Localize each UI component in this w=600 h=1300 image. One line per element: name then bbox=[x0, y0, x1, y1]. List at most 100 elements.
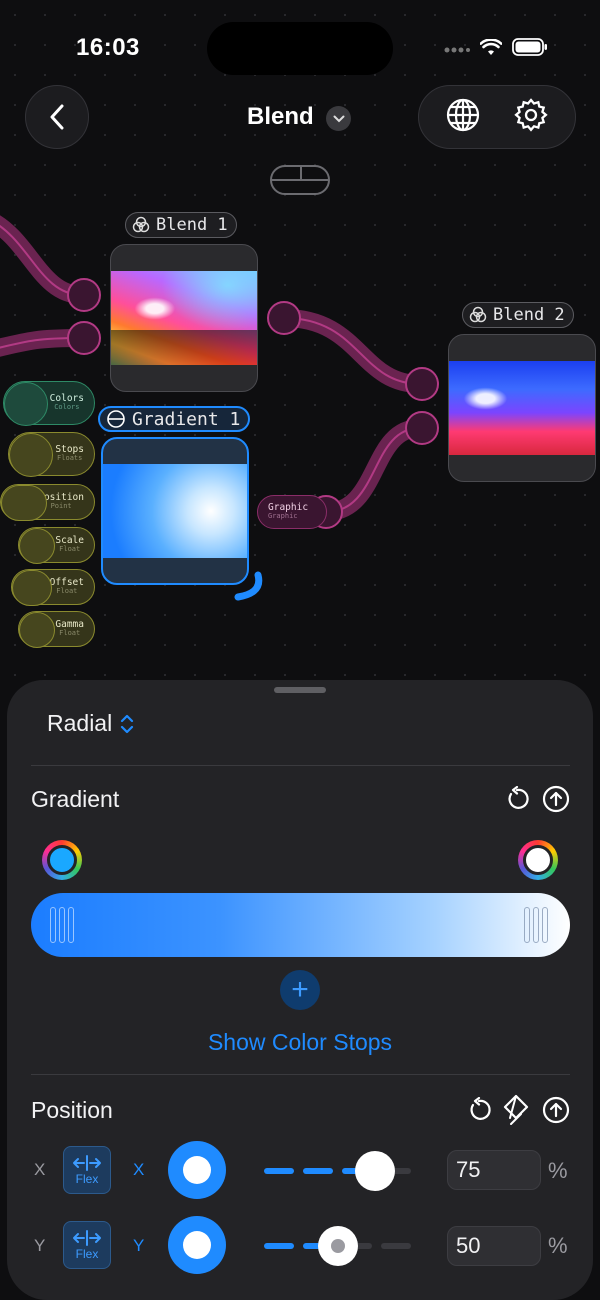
color-stop-end-fill bbox=[523, 845, 553, 875]
y-toggle[interactable] bbox=[168, 1216, 226, 1274]
input-gamma[interactable]: Gamma Float bbox=[18, 611, 95, 648]
blend2-node[interactable] bbox=[448, 334, 596, 482]
input-offset[interactable]: Offset Float bbox=[11, 569, 95, 606]
diamond-link-icon bbox=[503, 1094, 529, 1125]
chevron-up-down-icon bbox=[121, 714, 134, 733]
y-unit-label: % bbox=[548, 1233, 568, 1258]
blend1-title: Blend 1 bbox=[156, 215, 228, 235]
input-scale-knob[interactable] bbox=[19, 528, 55, 564]
x-toggle-dot bbox=[183, 1156, 211, 1184]
blend-icon bbox=[132, 216, 150, 233]
reset-position-button[interactable] bbox=[466, 1096, 492, 1128]
x-axis-label: X bbox=[34, 1160, 46, 1179]
add-color-stop-button[interactable]: + bbox=[280, 970, 320, 1010]
publish-gradient-button[interactable] bbox=[542, 785, 570, 818]
settings-button[interactable] bbox=[513, 97, 549, 138]
x-flex-label: Flex bbox=[75, 1171, 99, 1186]
position-section-title: Position bbox=[31, 1097, 113, 1123]
blend1-label[interactable]: Blend 1 bbox=[125, 212, 237, 238]
page-title[interactable]: Blend bbox=[247, 103, 314, 131]
input-position-knob[interactable] bbox=[1, 485, 47, 521]
canvas-drag-handle[interactable] bbox=[270, 165, 330, 195]
mode-picker[interactable]: Radial bbox=[47, 710, 134, 737]
input-gamma-type: Float bbox=[59, 629, 81, 638]
stop-handle-end[interactable] bbox=[523, 907, 549, 943]
header-actions bbox=[418, 85, 576, 149]
graphic-port-type: Graphic bbox=[268, 512, 298, 521]
status-icons bbox=[444, 37, 548, 61]
blend2-preview bbox=[449, 361, 595, 455]
input-stops[interactable]: Stops Floats bbox=[8, 432, 95, 477]
gradient1-label[interactable]: Gradient 1 bbox=[98, 406, 251, 432]
gradient-bar[interactable] bbox=[31, 893, 570, 957]
input-position[interactable]: Position Point bbox=[0, 484, 95, 521]
position-link-button[interactable] bbox=[502, 1094, 530, 1131]
flex-arrows-icon bbox=[73, 1154, 101, 1171]
stop-handle-start[interactable] bbox=[49, 907, 75, 943]
slider-segment bbox=[303, 1168, 333, 1174]
reset-icon bbox=[470, 1096, 491, 1120]
divider bbox=[31, 1074, 570, 1075]
color-stop-start-fill bbox=[47, 845, 77, 875]
input-gamma-text: Gamma Float bbox=[55, 620, 84, 637]
dynamic-island bbox=[207, 22, 393, 75]
slider-thumb[interactable] bbox=[355, 1151, 395, 1191]
x-unit-label: % bbox=[548, 1158, 568, 1183]
publish-position-button[interactable] bbox=[542, 1096, 570, 1129]
blend-icon bbox=[469, 306, 487, 323]
slider-segment bbox=[381, 1243, 411, 1249]
input-colors[interactable]: Colors Colors bbox=[3, 381, 95, 426]
slider-segment bbox=[264, 1168, 294, 1174]
plus-icon: + bbox=[291, 973, 309, 1006]
y-toggle-dot bbox=[183, 1231, 211, 1259]
y-flex-button[interactable]: Flex bbox=[63, 1221, 111, 1269]
slider-thumb-dot bbox=[331, 1239, 345, 1253]
x-flex-button[interactable]: Flex bbox=[63, 1146, 111, 1194]
graphic-output-port[interactable]: Graphic Graphic bbox=[257, 495, 327, 529]
y-slider[interactable] bbox=[264, 1226, 412, 1266]
blend2-title: Blend 2 bbox=[493, 305, 565, 325]
input-stops-type: Floats bbox=[57, 454, 83, 463]
color-stop-end-swatch[interactable] bbox=[518, 840, 558, 880]
x-slider[interactable] bbox=[264, 1151, 412, 1191]
gradient1-node[interactable] bbox=[101, 437, 249, 585]
mode-picker-value: Radial bbox=[47, 710, 113, 736]
slider-segment bbox=[264, 1243, 294, 1249]
input-stops-text: Stops Floats bbox=[55, 445, 84, 462]
globe-button[interactable] bbox=[446, 98, 480, 137]
input-gamma-knob[interactable] bbox=[19, 612, 55, 648]
y-toggle-label: Y bbox=[133, 1236, 145, 1255]
show-color-stops-button[interactable]: Show Color Stops bbox=[0, 1029, 600, 1056]
input-colors-text: Colors Colors bbox=[50, 394, 84, 411]
input-offset-text: Offset Float bbox=[50, 578, 84, 595]
gear-icon bbox=[513, 97, 548, 132]
blend1-preview-shade bbox=[111, 329, 257, 365]
x-toggle[interactable] bbox=[168, 1141, 226, 1199]
blend2-label[interactable]: Blend 2 bbox=[462, 302, 574, 328]
input-offset-knob[interactable] bbox=[12, 570, 52, 606]
x-value-input[interactable]: 75 bbox=[447, 1150, 541, 1190]
input-colors-knob[interactable] bbox=[4, 382, 48, 426]
reset-gradient-button[interactable] bbox=[504, 785, 530, 817]
status-time: 16:03 bbox=[76, 34, 140, 61]
wifi-icon bbox=[479, 37, 503, 61]
color-stop-start-swatch[interactable] bbox=[42, 840, 82, 880]
title-menu-button[interactable] bbox=[326, 106, 351, 131]
blend1-node[interactable] bbox=[110, 244, 258, 392]
input-scale[interactable]: Scale Float bbox=[18, 527, 95, 564]
chevron-left-icon bbox=[50, 104, 64, 130]
back-button[interactable] bbox=[25, 85, 89, 149]
upload-circle-icon bbox=[542, 1096, 570, 1124]
y-flex-label: Flex bbox=[75, 1246, 99, 1261]
y-axis-label: Y bbox=[34, 1236, 46, 1255]
gradient1-preview bbox=[103, 464, 247, 558]
sheet-grabber[interactable] bbox=[274, 687, 326, 693]
cellular-icon bbox=[444, 40, 470, 59]
upload-circle-icon bbox=[542, 785, 570, 813]
y-value-input[interactable]: 50 bbox=[447, 1226, 541, 1266]
input-stops-knob[interactable] bbox=[9, 433, 53, 477]
reset-icon bbox=[508, 785, 529, 809]
flex-arrows-icon bbox=[73, 1229, 101, 1246]
divider bbox=[31, 765, 570, 766]
globe-icon bbox=[446, 98, 479, 131]
